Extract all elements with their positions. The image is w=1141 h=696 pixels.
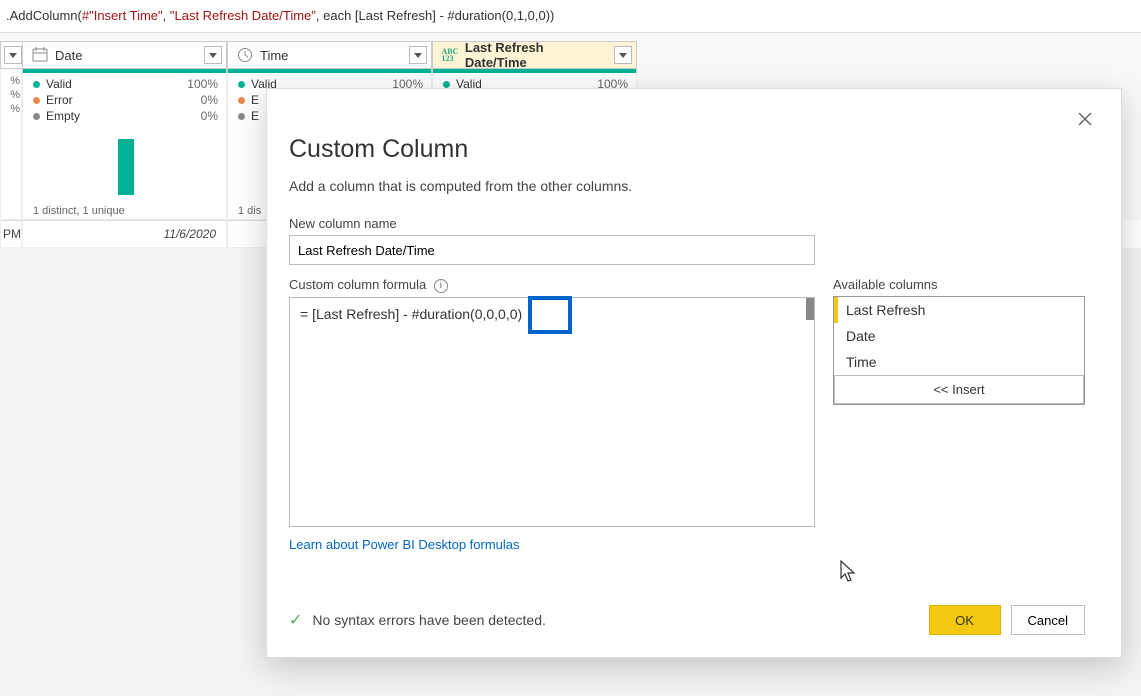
formula-label: Custom column formula i [289, 277, 815, 293]
highlight-box [528, 296, 572, 334]
available-column-item[interactable]: Date [834, 323, 1084, 349]
new-column-name-label: New column name [289, 216, 1085, 231]
formula-text: = [Last Refresh] - #duration(0,0,0,0) [300, 306, 522, 322]
column-header-time[interactable]: Time [227, 41, 432, 69]
insert-button[interactable]: << Insert [834, 375, 1084, 404]
formula-prefix: .AddColumn(#"Insert Time", "Last Refresh… [6, 8, 554, 23]
calendar-icon [31, 46, 49, 64]
column-name: Last Refresh Date/Time [465, 40, 608, 70]
dialog-title: Custom Column [289, 135, 1085, 164]
column-header-last-refresh[interactable]: ABC123 Last Refresh Date/Time [432, 41, 637, 69]
available-column-item[interactable]: Last Refresh [834, 297, 1084, 323]
close-icon[interactable] [1073, 107, 1097, 131]
column-menu-dropdown[interactable] [204, 46, 222, 64]
column-name: Date [55, 48, 82, 63]
valid-dot [33, 81, 40, 88]
custom-formula-input[interactable]: = [Last Refresh] - #duration(0,0,0,0) [289, 297, 815, 527]
ok-button[interactable]: OK [929, 605, 1001, 635]
available-columns-list: Last Refresh Date Time << Insert [833, 296, 1085, 405]
row-header-corner[interactable] [0, 41, 22, 69]
row-pm: PM [0, 220, 22, 248]
new-column-name-input[interactable] [289, 235, 815, 265]
column-profile-date: Valid100% Error0% Empty0% 1 distinct, 1 … [22, 73, 227, 220]
dialog-subtitle: Add a column that is computed from the o… [289, 178, 1085, 194]
error-dot [33, 97, 40, 104]
cell-date[interactable]: 11/6/2020 [22, 220, 227, 248]
available-columns-label: Available columns [833, 277, 1085, 292]
distinct-count: 1 distinct, 1 unique [33, 205, 218, 217]
custom-column-dialog: Custom Column Add a column that is compu… [266, 88, 1122, 658]
column-header-date[interactable]: Date [22, 41, 227, 69]
available-column-item[interactable]: Time [834, 349, 1084, 375]
profile-gutter: % % % [0, 73, 22, 220]
cancel-button[interactable]: Cancel [1011, 605, 1085, 635]
column-menu-dropdown[interactable] [409, 46, 427, 64]
info-icon[interactable]: i [434, 279, 448, 293]
formula-bar[interactable]: .AddColumn(#"Insert Time", "Last Refresh… [0, 0, 1141, 33]
column-name: Time [260, 48, 288, 63]
check-icon: ✓ [289, 610, 302, 630]
distribution-bar [118, 139, 134, 195]
syntax-message: No syntax errors have been detected. [312, 612, 545, 628]
scrollbar-stub[interactable] [806, 298, 814, 320]
abc123-icon: ABC123 [441, 46, 459, 64]
empty-dot [33, 113, 40, 120]
column-menu-dropdown[interactable] [4, 46, 22, 64]
clock-icon [236, 46, 254, 64]
learn-more-link[interactable]: Learn about Power BI Desktop formulas [289, 537, 520, 552]
column-menu-dropdown[interactable] [614, 46, 632, 64]
